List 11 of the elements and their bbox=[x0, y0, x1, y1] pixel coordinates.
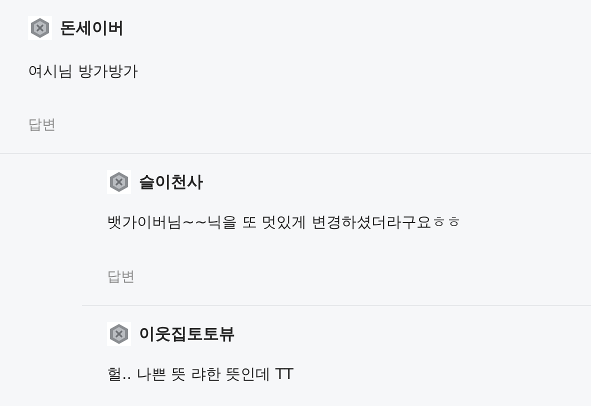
author-name: 이웃집토토뷰 bbox=[139, 323, 235, 345]
hexagon-badge-icon bbox=[107, 170, 131, 194]
author-name: 돈세이버 bbox=[60, 17, 124, 39]
comment-text: 뱃가이버님~~닉을 또 멋있게 변경하셨더라구요ㅎㅎ bbox=[107, 212, 462, 233]
comment-text: 헐.. 나쁜 뜻 랴한 뜻인데 TT bbox=[107, 364, 294, 385]
author-name: 슬이천사 bbox=[139, 171, 203, 193]
reply-link[interactable]: 답변 bbox=[107, 267, 135, 287]
comment-text: 여시님 방가방가 bbox=[28, 61, 139, 82]
hexagon-badge-icon bbox=[28, 16, 52, 40]
hexagon-badge-icon bbox=[107, 322, 131, 346]
reply-link[interactable]: 답변 bbox=[28, 115, 56, 135]
